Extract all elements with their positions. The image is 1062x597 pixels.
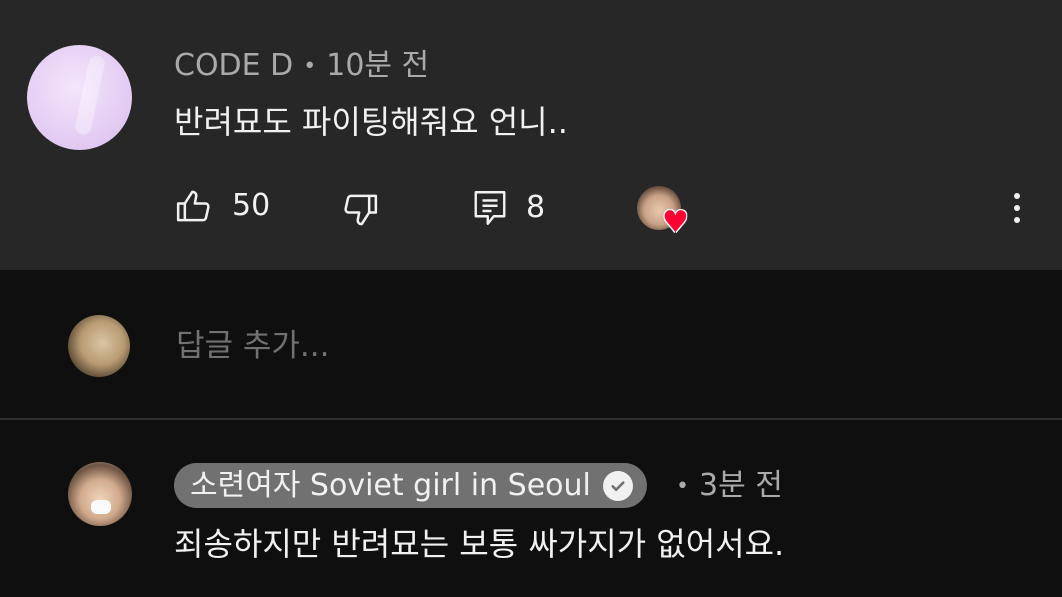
comment-author[interactable]: CODE D	[174, 48, 293, 83]
reply-author: 소련여자 Soviet girl in Seoul	[190, 468, 591, 503]
highlighted-comment: CODE D • 10분 전 반려묘도 파이팅해줘요 언니.. 50 8 ♥	[0, 0, 1062, 270]
add-reply-section	[0, 270, 1062, 418]
divider	[0, 418, 1062, 420]
like-button[interactable]: 50	[174, 186, 270, 226]
comment-icon	[474, 191, 506, 225]
avatar[interactable]	[27, 45, 132, 150]
more-actions-button[interactable]	[1000, 186, 1034, 230]
heart-icon: ♥	[662, 205, 689, 240]
verified-check-icon	[602, 470, 633, 501]
dislike-button[interactable]	[340, 190, 380, 230]
thumbs-down-icon	[344, 194, 378, 226]
user-avatar	[68, 315, 130, 377]
more-vert-icon	[1014, 193, 1020, 199]
comment-meta: CODE D • 10분 전	[174, 44, 429, 89]
reply-text: 죄송하지만 반려묘는 보통 싸가지가 없어서요.	[174, 525, 785, 563]
comment-text: 반려묘도 파이팅해줘요 언니..	[174, 103, 568, 141]
reply-input[interactable]	[174, 320, 998, 372]
separator-dot: •	[303, 54, 317, 79]
creator-author-badge[interactable]: 소련여자 Soviet girl in Seoul	[174, 463, 647, 508]
thumbs-up-icon	[176, 190, 210, 222]
separator-dot: •	[676, 474, 689, 499]
comment-time[interactable]: 10분 전	[326, 48, 429, 83]
reply-time[interactable]: 3분 전	[699, 468, 783, 503]
reply-meta: • 3분 전	[676, 463, 783, 509]
reply-count: 8	[526, 190, 546, 225]
creator-avatar[interactable]	[68, 462, 132, 526]
like-count: 50	[232, 188, 271, 223]
replies-button[interactable]: 8	[472, 188, 545, 228]
creator-heart-badge: ♥	[637, 186, 697, 240]
